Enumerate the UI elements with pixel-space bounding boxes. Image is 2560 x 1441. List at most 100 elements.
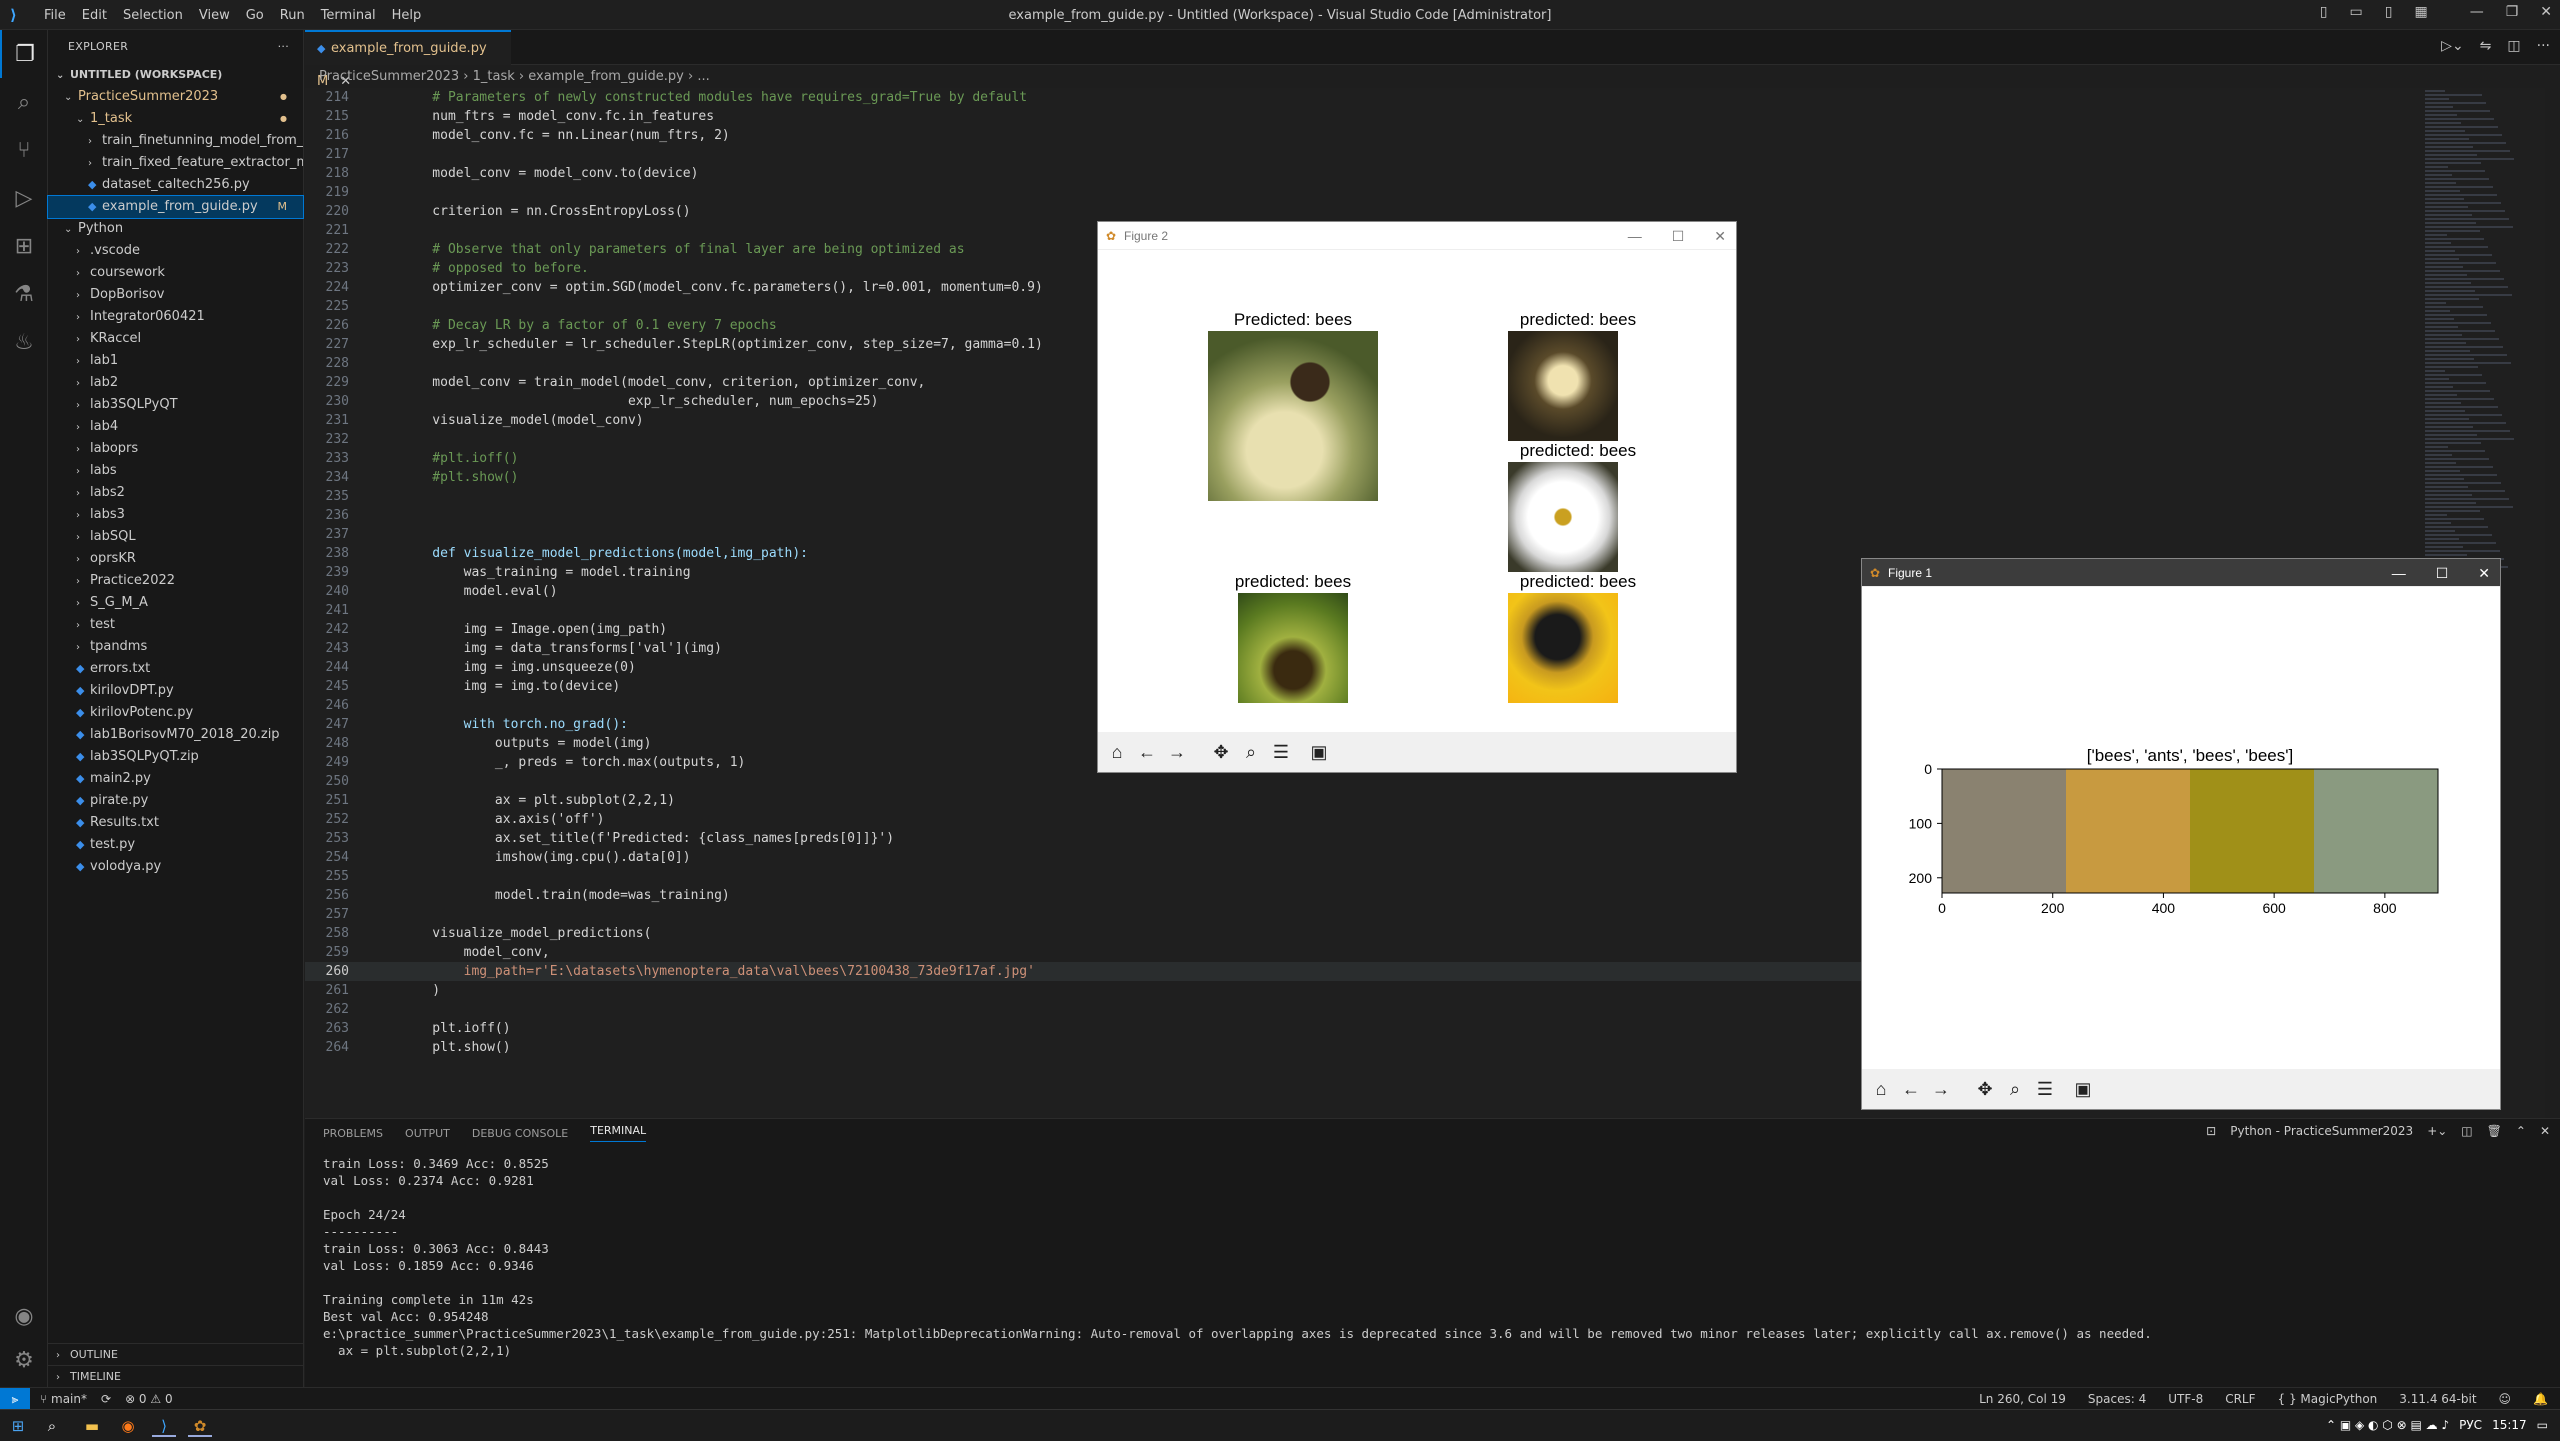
- file-item[interactable]: ◆ volodya.py: [48, 856, 303, 878]
- terminal-name[interactable]: Python - PracticeSummer2023: [2230, 1124, 2413, 1138]
- kill-terminal-icon[interactable]: 🗑: [2487, 1124, 2502, 1138]
- folder-item[interactable]: › .vscode: [48, 240, 303, 262]
- minimize-icon[interactable]: —: [1628, 222, 1642, 250]
- notification-center-icon[interactable]: ▭: [2537, 1410, 2548, 1441]
- python-interpreter[interactable]: 3.11.4 64-bit: [2399, 1388, 2476, 1410]
- folder-item[interactable]: › labs2: [48, 482, 303, 504]
- folder-item[interactable]: › Integrator060421: [48, 306, 303, 328]
- minimize-icon[interactable]: —: [2470, 4, 2484, 20]
- toggle-panel-icon[interactable]: ▭: [2350, 4, 2363, 20]
- timeline-section[interactable]: › TIMELINE: [48, 1365, 304, 1387]
- problems-count[interactable]: ⊗ 0 ⚠ 0: [125, 1388, 173, 1410]
- open-changes-icon[interactable]: ⇋: [2480, 38, 2492, 54]
- zoom-icon[interactable]: ⌕: [2006, 1079, 2024, 1100]
- folder-item[interactable]: ⌄ 1_task ●: [48, 108, 303, 130]
- folder-item[interactable]: › Practice2022: [48, 570, 303, 592]
- back-arrow-icon[interactable]: ←: [1902, 1079, 1920, 1100]
- file-item[interactable]: ◆ example_from_guide.py M: [47, 195, 304, 219]
- minimize-icon[interactable]: —: [2392, 559, 2406, 587]
- breadcrumb[interactable]: PracticeSummer2023 › 1_task › example_fr…: [305, 66, 710, 88]
- folder-item[interactable]: › S_G_M_A: [48, 592, 303, 614]
- new-terminal-icon[interactable]: +⌄: [2427, 1124, 2447, 1138]
- testing-icon[interactable]: ⚗: [0, 270, 48, 318]
- file-item[interactable]: ◆ dataset_caltech256.py: [48, 174, 303, 196]
- tab-terminal[interactable]: TERMINAL: [590, 1124, 647, 1142]
- end-of-line[interactable]: CRLF: [2225, 1388, 2255, 1410]
- folder-item[interactable]: › train_finetunning_model_from_ex...: [48, 130, 303, 152]
- input-language[interactable]: РУС: [2459, 1410, 2482, 1441]
- code-line[interactable]: 214 # Parameters of newly constructed mo…: [305, 88, 2425, 107]
- workspace-root[interactable]: ⌄ UNTITLED (WORKSPACE): [48, 64, 303, 86]
- file-explorer-icon[interactable]: ▬: [80, 1415, 104, 1437]
- folder-item[interactable]: › tpandms: [48, 636, 303, 658]
- close-icon[interactable]: ✕: [2478, 559, 2490, 587]
- run-python-icon[interactable]: ▷⌄: [2441, 38, 2464, 54]
- back-arrow-icon[interactable]: ←: [1138, 742, 1156, 763]
- manage-gear-icon[interactable]: ⚙: [0, 1336, 48, 1384]
- folder-item[interactable]: › labs: [48, 460, 303, 482]
- outline-section[interactable]: › OUTLINE: [48, 1343, 304, 1365]
- folder-item[interactable]: ⌄ Python: [48, 218, 303, 240]
- folder-item[interactable]: › test: [48, 614, 303, 636]
- code-line[interactable]: 219: [305, 183, 2425, 202]
- python-icon[interactable]: ♨: [0, 318, 48, 366]
- accounts-icon[interactable]: ◉: [0, 1292, 48, 1340]
- feedback-icon[interactable]: ☺: [2499, 1388, 2512, 1410]
- tab-output[interactable]: OUTPUT: [405, 1127, 450, 1140]
- home-icon[interactable]: ⌂: [1872, 1079, 1890, 1100]
- firefox-icon[interactable]: ◉: [116, 1415, 140, 1437]
- folder-item[interactable]: › KRaccel: [48, 328, 303, 350]
- close-panel-icon[interactable]: ✕: [2540, 1124, 2550, 1138]
- matplotlib-icon[interactable]: ✿: [188, 1415, 212, 1437]
- folder-item[interactable]: › lab4: [48, 416, 303, 438]
- code-line[interactable]: 216 model_conv.fc = nn.Linear(num_ftrs, …: [305, 126, 2425, 145]
- notifications-icon[interactable]: 🔔: [2533, 1388, 2548, 1410]
- file-item[interactable]: ◆ test.py: [48, 834, 303, 856]
- close-icon[interactable]: ✕: [2540, 4, 2552, 20]
- file-item[interactable]: ◆ Results.txt: [48, 812, 303, 834]
- file-item[interactable]: ◆ lab3SQLPyQT.zip: [48, 746, 303, 768]
- file-item[interactable]: ◆ lab1BorisovM70_2018_20.zip: [48, 724, 303, 746]
- folder-item[interactable]: › train_fixed_feature_extractor_mod...: [48, 152, 303, 174]
- close-icon[interactable]: ✕: [1714, 222, 1726, 250]
- cursor-position[interactable]: Ln 260, Col 19: [1979, 1388, 2066, 1410]
- tab-debug-console[interactable]: DEBUG CONSOLE: [472, 1127, 568, 1140]
- file-item[interactable]: ◆ main2.py: [48, 768, 303, 790]
- folder-item[interactable]: › laboprs: [48, 438, 303, 460]
- folder-item[interactable]: › coursework: [48, 262, 303, 284]
- sync-icon[interactable]: ⟳: [101, 1388, 111, 1410]
- zoom-icon[interactable]: ⌕: [1242, 742, 1260, 763]
- toggle-sidebar-icon[interactable]: ▯: [2320, 4, 2328, 20]
- tab-problems[interactable]: PROBLEMS: [323, 1127, 383, 1140]
- vscode-icon[interactable]: ⟩: [152, 1415, 176, 1437]
- extensions-icon[interactable]: ⊞: [0, 222, 48, 270]
- folder-item[interactable]: ⌄ PracticeSummer2023 ●: [48, 86, 303, 108]
- folder-item[interactable]: › lab1: [48, 350, 303, 372]
- toggle-secondary-sidebar-icon[interactable]: ▯: [2385, 4, 2393, 20]
- folder-item[interactable]: › labSQL: [48, 526, 303, 548]
- tray-icons[interactable]: ⌃ ▣ ◈ ◐ ⬡ ⊗ ▤ ☁ ♪: [2326, 1410, 2449, 1441]
- home-icon[interactable]: ⌂: [1108, 742, 1126, 763]
- configure-subplots-icon[interactable]: ☰: [2036, 1079, 2054, 1100]
- search-icon[interactable]: ⌕: [0, 78, 48, 126]
- save-icon[interactable]: ▣: [1310, 742, 1328, 763]
- maximize-panel-icon[interactable]: ⌃: [2516, 1124, 2526, 1138]
- forward-arrow-icon[interactable]: →: [1932, 1079, 1950, 1100]
- pan-move-icon[interactable]: ✥: [1212, 742, 1230, 763]
- git-branch[interactable]: ⑂ main*: [40, 1388, 87, 1410]
- windows-start-icon[interactable]: ⊞: [6, 1415, 30, 1437]
- folder-item[interactable]: › lab2: [48, 372, 303, 394]
- file-item[interactable]: ◆ kirilovPotenc.py: [48, 702, 303, 724]
- tab-example-from-guide[interactable]: ◆ example_from_guide.py M ✕: [305, 30, 511, 89]
- customize-layout-icon[interactable]: ▦: [2414, 4, 2427, 20]
- code-line[interactable]: 220 criterion = nn.CrossEntropyLoss(): [305, 202, 2425, 221]
- code-line[interactable]: 217: [305, 145, 2425, 164]
- more-actions-icon[interactable]: ···: [278, 30, 289, 64]
- file-item[interactable]: ◆ errors.txt: [48, 658, 303, 680]
- remote-indicator-icon[interactable]: ⫸: [0, 1388, 30, 1410]
- configure-subplots-icon[interactable]: ☰: [1272, 742, 1290, 763]
- folder-item[interactable]: › labs3: [48, 504, 303, 526]
- forward-arrow-icon[interactable]: →: [1168, 742, 1186, 763]
- search-icon[interactable]: ⌕: [40, 1415, 64, 1437]
- maximize-icon[interactable]: ☐: [1672, 222, 1685, 250]
